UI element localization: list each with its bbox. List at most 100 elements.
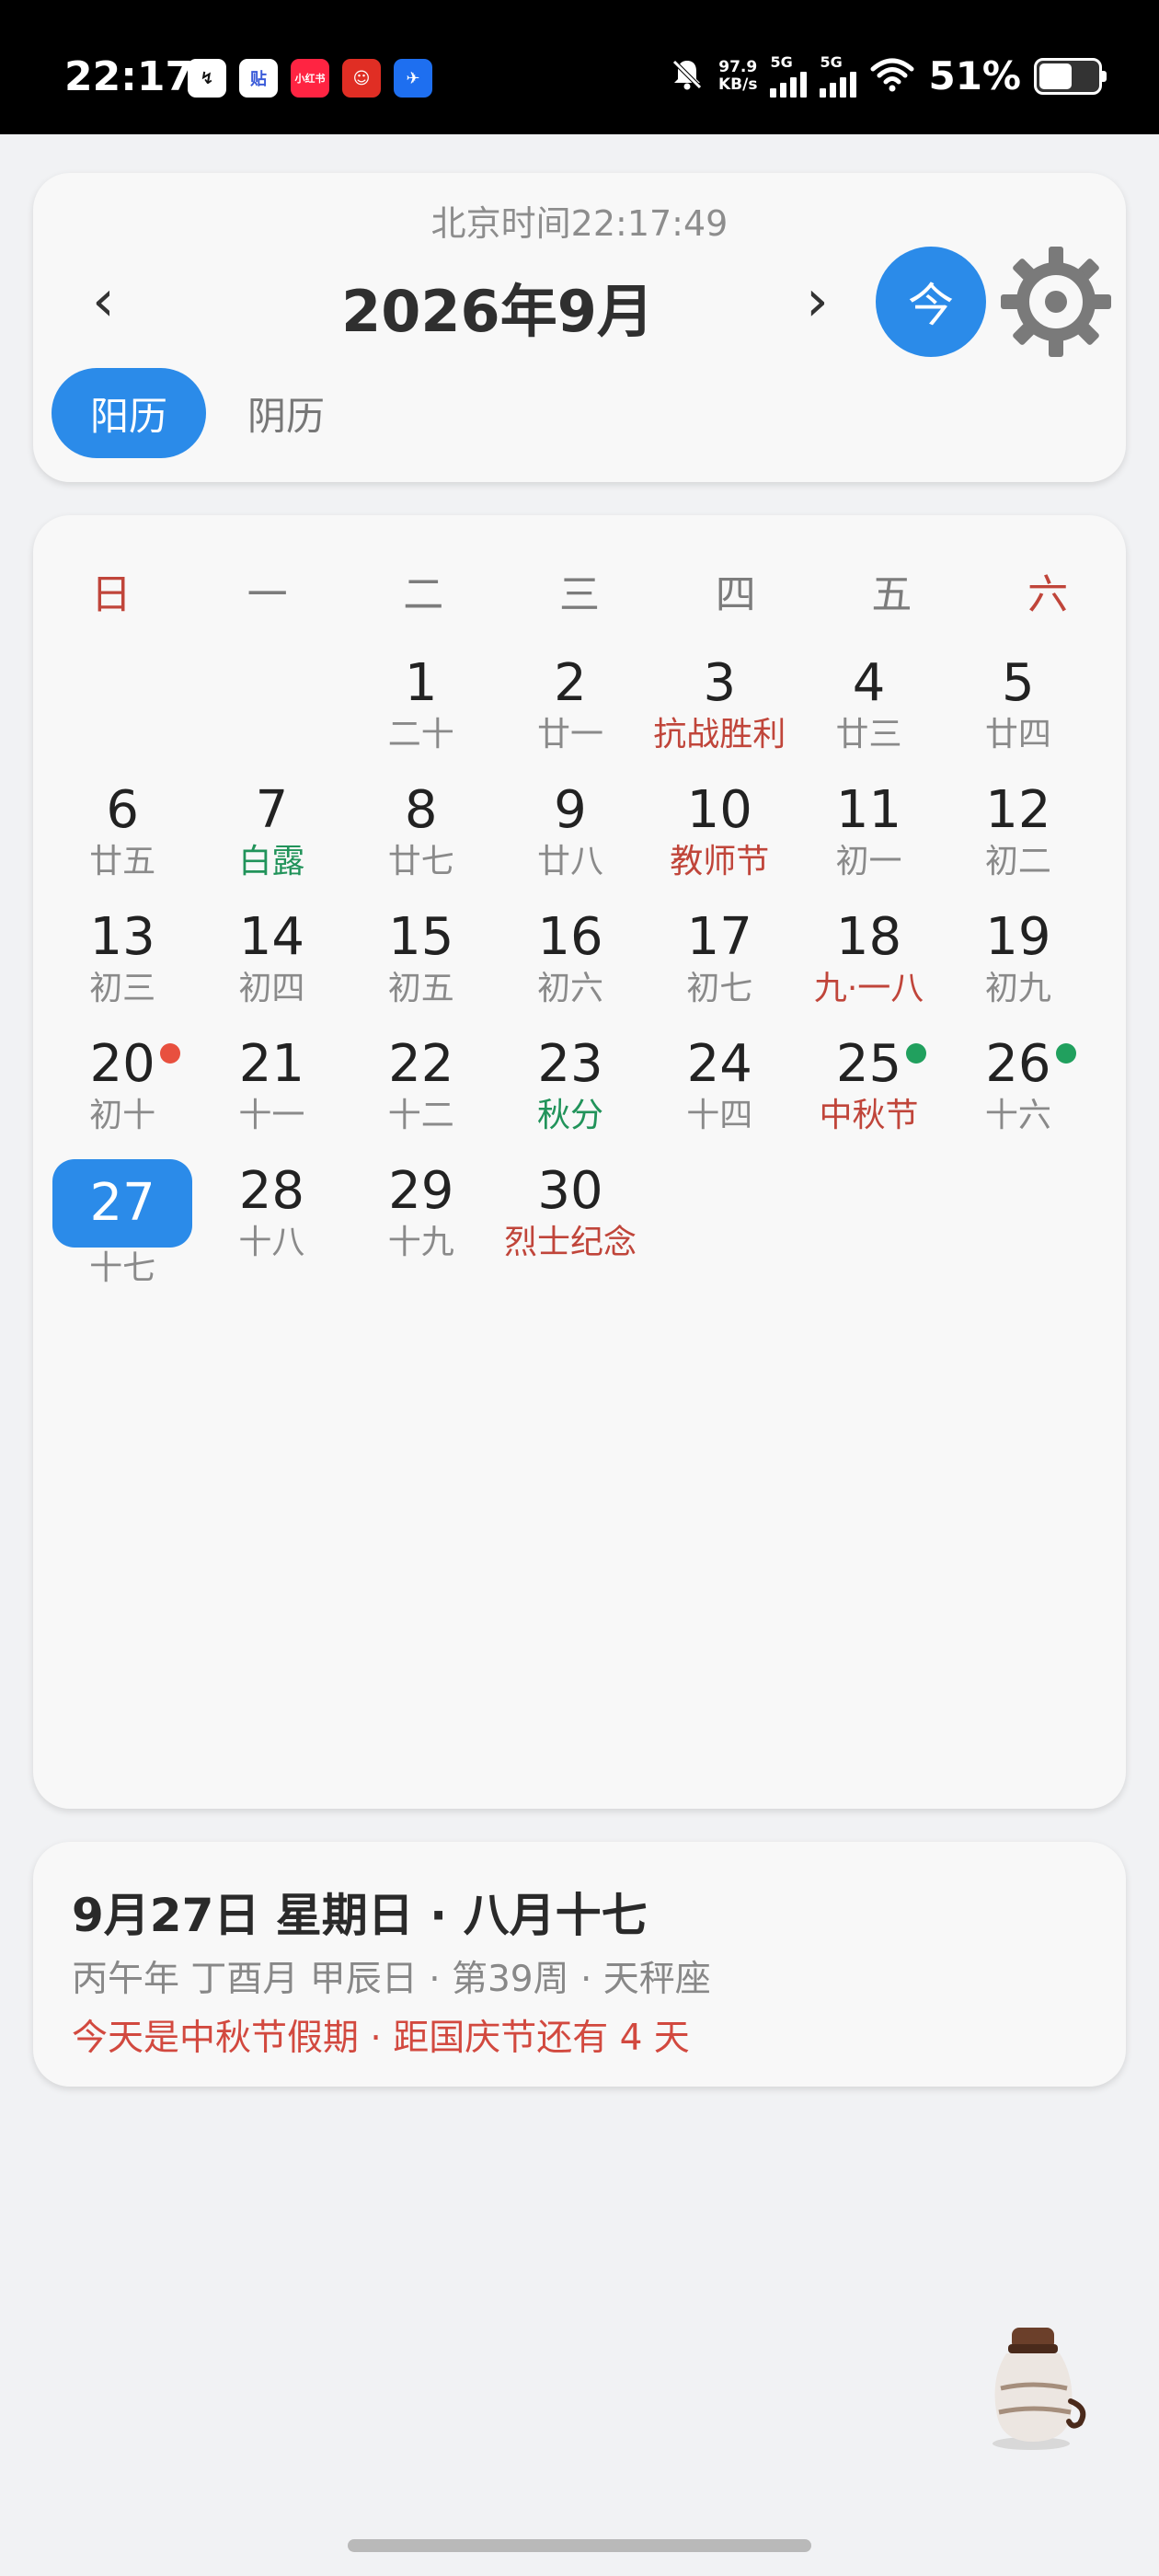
day-cell[interactable]: 7 白露 [197, 778, 346, 905]
day-number-wrap: 12 [944, 778, 1093, 843]
solar-calendar-tab[interactable]: 阳历 [52, 368, 206, 458]
empty-day-cell [197, 651, 346, 778]
day-number-wrap: 29 [347, 1159, 496, 1224]
day-number: 2 [554, 653, 587, 713]
battery-icon [1034, 57, 1107, 95]
lunar-day-label: 廿一 [536, 716, 603, 753]
day-cell[interactable]: 9 廿八 [496, 778, 645, 905]
day-cell[interactable]: 21 十一 [197, 1032, 346, 1159]
day-number-wrap: 7 [197, 778, 346, 843]
empty-day-cell [48, 651, 197, 778]
day-number: 7 [255, 780, 289, 840]
lunar-day-label: 廿五 [89, 843, 156, 880]
day-number-wrap: 24 [645, 1032, 794, 1097]
day-number-wrap: 11 [794, 778, 943, 843]
festival-label: 抗战胜利 [653, 716, 786, 753]
signal-2-bars-icon [820, 70, 857, 98]
day-cell[interactable]: 30 烈士纪念 [496, 1159, 645, 1286]
pinduoduo-app-icon: ☺ [342, 59, 381, 98]
month-title[interactable]: 2026年9月 [318, 265, 677, 348]
lunar-calendar-tab[interactable]: 阴历 [226, 368, 346, 458]
day-number-wrap: 21 [197, 1032, 346, 1097]
lunar-day-label: 廿七 [387, 843, 454, 880]
swap-app-icon: ↯ [188, 59, 226, 98]
day-cell[interactable]: 28 十八 [197, 1159, 346, 1286]
selected-date-line: 9月27日 星期日 · 八月十七 [72, 1889, 648, 1942]
day-number: 13 [89, 907, 155, 967]
weekday-label: 六 [1027, 571, 1069, 618]
weekday-label: 一 [247, 571, 288, 618]
lunar-day-label: 廿三 [835, 716, 902, 753]
weekday-label: 四 [715, 571, 756, 618]
tieba-app-icon: 贴 [239, 59, 278, 98]
day-number-wrap: 17 [645, 905, 794, 970]
day-number-wrap: 27 [52, 1159, 193, 1248]
day-cell[interactable]: 11 初一 [794, 778, 943, 905]
day-cell[interactable]: 29 十九 [347, 1159, 496, 1286]
day-number: 27 [89, 1173, 155, 1233]
day-number-wrap: 18 [794, 905, 943, 970]
settings-gear-icon[interactable] [997, 243, 1115, 361]
day-number-wrap: 4 [794, 651, 943, 716]
day-cell[interactable]: 13 初三 [48, 905, 197, 1032]
day-number-wrap: 9 [496, 778, 645, 843]
feizhu-app-icon: ✈ [394, 59, 432, 98]
status-bar: 22:17 ↯ 贴小红书 ☺ ✈ 97.9 KB/s 5G 5G 51% [0, 0, 1159, 134]
day-cell[interactable]: 2 廿一 [496, 651, 645, 778]
lunar-day-label: 十九 [387, 1224, 454, 1261]
day-cell[interactable]: 20 初十 [48, 1032, 197, 1159]
wifi-icon [869, 56, 915, 97]
day-cell-selected[interactable]: 27 十七 [48, 1159, 197, 1287]
day-cell[interactable]: 18 九·一八 [794, 905, 943, 1032]
lunar-day-label: 十七 [89, 1249, 156, 1287]
floating-assistant-icon[interactable] [981, 2324, 1100, 2453]
day-cell[interactable]: 17 初七 [645, 905, 794, 1032]
lunar-day-label: 十八 [238, 1224, 305, 1261]
prev-month-button[interactable]: ‹ [92, 272, 115, 329]
day-number: 10 [686, 780, 752, 840]
lunar-day-label: 十一 [238, 1097, 305, 1134]
lunar-day-label: 二十 [387, 716, 454, 753]
notification-app-icons: ↯ 贴小红书 ☺ ✈ [188, 59, 432, 98]
day-cell[interactable]: 19 初九 [944, 905, 1093, 1032]
solar-term-label: 秋分 [536, 1097, 603, 1134]
day-cell[interactable]: 6 廿五 [48, 778, 197, 905]
day-cell[interactable]: 14 初四 [197, 905, 346, 1032]
day-cell[interactable]: 1 二十 [347, 651, 496, 778]
solar-term-label: 白露 [238, 843, 305, 880]
lunar-day-label: 廿八 [536, 843, 603, 880]
weekday-label: 二 [403, 571, 444, 618]
day-cell[interactable]: 10 教师节 [645, 778, 794, 905]
lunar-day-label: 初十 [89, 1097, 156, 1134]
day-cell[interactable]: 12 初二 [944, 778, 1093, 905]
day-cell[interactable]: 25 中秋节 [794, 1032, 943, 1159]
event-dot-icon [1055, 1043, 1076, 1064]
day-cell[interactable]: 4 廿三 [794, 651, 943, 778]
day-cell[interactable]: 5 廿四 [944, 651, 1093, 778]
day-cell[interactable]: 22 十二 [347, 1032, 496, 1159]
next-month-button[interactable]: › [806, 272, 829, 329]
today-button[interactable]: 今 [876, 247, 986, 357]
day-cell[interactable]: 8 廿七 [347, 778, 496, 905]
day-number-wrap: 2 [496, 651, 645, 716]
day-number-wrap: 19 [944, 905, 1093, 970]
lunar-day-label: 初三 [89, 970, 156, 1007]
ganzhi-line: 丙午年 丁酉月 甲辰日 · 第39周 · 天秤座 [72, 1959, 711, 2000]
festival-label: 教师节 [670, 843, 770, 880]
day-number: 15 [388, 907, 454, 967]
day-cell[interactable]: 24 十四 [645, 1032, 794, 1159]
day-number: 11 [835, 780, 902, 840]
day-number-wrap: 22 [347, 1032, 496, 1097]
home-indicator[interactable] [348, 2539, 811, 2552]
lunar-day-label: 初一 [835, 843, 902, 880]
day-number: 29 [388, 1161, 454, 1221]
day-number: 12 [985, 780, 1051, 840]
day-number-wrap: 30 [496, 1159, 645, 1224]
lunar-day-label: 初六 [536, 970, 603, 1007]
day-cell[interactable]: 3 抗战胜利 [645, 651, 794, 778]
signal-2: 5G [820, 54, 857, 98]
day-cell[interactable]: 26 十六 [944, 1032, 1093, 1159]
day-cell[interactable]: 15 初五 [347, 905, 496, 1032]
day-cell[interactable]: 16 初六 [496, 905, 645, 1032]
day-cell[interactable]: 23 秋分 [496, 1032, 645, 1159]
